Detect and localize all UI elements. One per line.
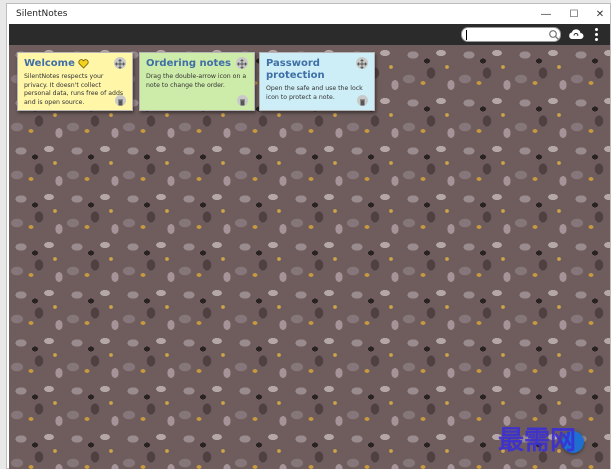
more-vert-icon[interactable] — [593, 27, 599, 42]
maximize-button[interactable]: ☐ — [561, 4, 587, 24]
note-title: Ordering notes — [146, 58, 231, 69]
close-button[interactable]: ✕ — [587, 4, 611, 24]
text-caret — [466, 30, 467, 40]
delete-icon[interactable] — [115, 95, 126, 106]
note-body: Drag the double-arrow icon on a note to … — [146, 73, 247, 89]
drag-handle-icon[interactable] — [236, 57, 248, 69]
heart-icon — [78, 59, 89, 69]
minimize-button[interactable]: — — [533, 4, 559, 24]
note-body: SilentNotes respects your privacy. It do… — [24, 73, 124, 106]
delete-icon[interactable] — [357, 95, 368, 106]
maximize-icon: ☐ — [569, 8, 579, 20]
note-card-password[interactable]: Password protection Open the safe and us… — [259, 52, 375, 111]
note-title: Password protection — [266, 58, 325, 81]
window-title: SilentNotes — [16, 9, 68, 19]
minimize-icon: — — [541, 8, 551, 20]
drag-handle-icon[interactable] — [356, 57, 368, 69]
title-bar: SilentNotes — ☐ ✕ — [7, 4, 610, 24]
delete-icon[interactable] — [237, 95, 248, 106]
watermark-logo: 最需网 — [498, 426, 577, 456]
cloud-sync-icon[interactable] — [568, 27, 584, 41]
note-body: Open the safe and use the lock icon to p… — [266, 85, 363, 101]
app-window: SilentNotes — ☐ ✕ Welcome SilentNotes re… — [6, 3, 611, 469]
drag-handle-icon[interactable] — [114, 57, 126, 69]
note-card-welcome[interactable]: Welcome SilentNotes respects your privac… — [17, 52, 133, 111]
search-icon[interactable] — [548, 29, 560, 41]
toolbar — [9, 24, 610, 45]
close-icon: ✕ — [595, 8, 605, 20]
search-input[interactable] — [461, 27, 561, 42]
note-card-ordering[interactable]: Ordering notes Drag the double-arrow ico… — [139, 52, 255, 111]
notes-board: Welcome SilentNotes respects your privac… — [9, 45, 610, 469]
note-title: Welcome — [24, 58, 126, 70]
